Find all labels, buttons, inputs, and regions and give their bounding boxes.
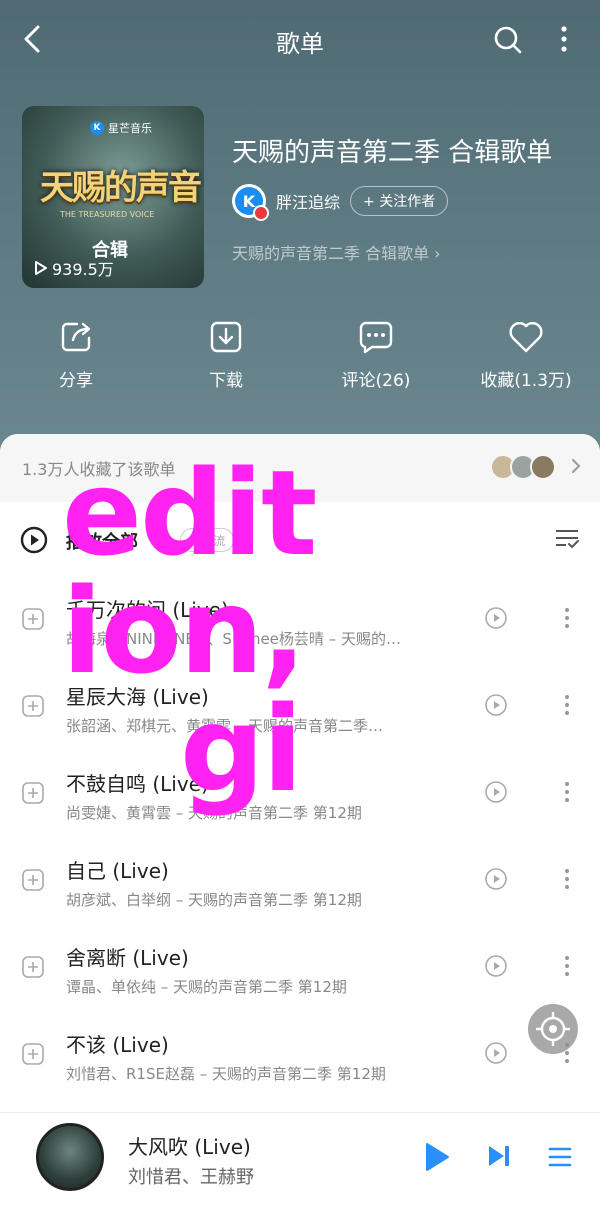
action-bar: 分享 下载 评论(26) 收藏(1.3万) bbox=[0, 320, 600, 400]
now-playing-artist: 刘惜君、王赫野 bbox=[128, 1167, 254, 1188]
playlist-cover[interactable]: K 星芒音乐 天赐的声音 THE TREASURED VOICE 合辑 939.… bbox=[22, 106, 204, 288]
add-to-playlist-icon[interactable] bbox=[22, 695, 44, 717]
share-button[interactable]: 分享 bbox=[16, 320, 136, 391]
download-icon bbox=[210, 321, 242, 353]
now-playing-album-art[interactable] bbox=[36, 1123, 104, 1191]
play-icon[interactable] bbox=[424, 1141, 450, 1173]
song-title: 不该 (Live) bbox=[66, 1033, 169, 1057]
watermark-line-3: gi bbox=[180, 680, 303, 818]
watermark-line-1: edit bbox=[62, 444, 317, 582]
download-button[interactable]: 下载 bbox=[166, 320, 286, 391]
add-to-playlist-icon[interactable] bbox=[22, 869, 44, 891]
song-artists: 谭晶、单依纯 – 天赐的声音第二季 第12期 bbox=[66, 978, 347, 996]
song-row[interactable]: 不该 (Live) 刘惜君、R1SE赵磊 – 天赐的声音第二季 第12期 bbox=[0, 1019, 600, 1106]
author-row: K 胖汪追综 + 关注作者 bbox=[232, 184, 449, 221]
share-icon bbox=[61, 322, 91, 352]
multi-select-button[interactable] bbox=[554, 526, 580, 556]
mv-play-icon[interactable] bbox=[484, 693, 508, 717]
song-more-icon[interactable] bbox=[558, 780, 576, 804]
share-label: 分享 bbox=[59, 371, 93, 391]
target-icon bbox=[536, 1012, 570, 1046]
song-more-icon[interactable] bbox=[558, 606, 576, 630]
add-to-playlist-icon[interactable] bbox=[22, 956, 44, 978]
more-vertical-icon bbox=[561, 26, 567, 52]
chevron-right-icon bbox=[572, 459, 581, 473]
play-all-button[interactable] bbox=[20, 526, 48, 558]
playlist-queue-icon[interactable] bbox=[548, 1145, 572, 1169]
next-track-icon[interactable] bbox=[486, 1143, 512, 1169]
download-label: 下载 bbox=[209, 371, 243, 391]
add-to-playlist-icon[interactable] bbox=[22, 608, 44, 630]
cover-brand: K 星芒音乐 bbox=[90, 120, 152, 136]
cover-brand-label: 星芒音乐 bbox=[108, 122, 152, 135]
cover-play-count: 939.5万 bbox=[34, 256, 114, 280]
add-to-playlist-icon[interactable] bbox=[22, 782, 44, 804]
comment-label: 评论(26) bbox=[341, 371, 411, 391]
more-menu-button[interactable] bbox=[552, 24, 576, 56]
playlist-description-link[interactable]: 天赐的声音第二季 合辑歌单 › bbox=[232, 240, 441, 264]
playlist-title: 天赐的声音第二季 合辑歌单 bbox=[232, 138, 553, 168]
play-outline-icon bbox=[35, 261, 47, 275]
watermark-line-2: ion, bbox=[62, 562, 306, 700]
song-row[interactable]: 舍离断 (Live) 谭晶、单依纯 – 天赐的声音第二季 第12期 bbox=[0, 932, 600, 1019]
search-button[interactable] bbox=[492, 24, 524, 56]
favorite-button[interactable]: 收藏(1.3万) bbox=[466, 320, 586, 391]
song-title: 舍离断 (Live) bbox=[66, 946, 189, 970]
favorite-label: 收藏(1.3万) bbox=[480, 371, 572, 391]
mv-play-icon[interactable] bbox=[484, 1041, 508, 1065]
heart-icon bbox=[509, 321, 543, 353]
song-artists: 胡彦斌、白举纲 – 天赐的声音第二季 第12期 bbox=[66, 891, 362, 909]
mv-play-icon[interactable] bbox=[484, 954, 508, 978]
song-more-icon[interactable] bbox=[558, 954, 576, 978]
cover-show-subtitle: THE TREASURED VOICE bbox=[60, 210, 155, 219]
follow-author-button[interactable]: + 关注作者 bbox=[350, 186, 449, 216]
locate-current-song-button[interactable] bbox=[528, 1004, 578, 1054]
now-playing-title: 大风吹 (Live) bbox=[128, 1135, 251, 1159]
author-avatar[interactable]: K bbox=[232, 184, 269, 221]
song-more-icon[interactable] bbox=[558, 693, 576, 717]
song-artists: 刘惜君、R1SE赵磊 – 天赐的声音第二季 第12期 bbox=[66, 1065, 386, 1083]
top-bar: 歌单 bbox=[0, 0, 600, 80]
play-circle-icon bbox=[20, 526, 48, 554]
song-more-icon[interactable] bbox=[558, 867, 576, 891]
brand-logo-icon: K bbox=[90, 121, 104, 135]
comment-button[interactable]: 评论(26) bbox=[316, 320, 436, 391]
mini-player[interactable]: 大风吹 (Live) 刘惜君、王赫野 bbox=[0, 1112, 600, 1210]
cover-show-title: 天赐的声音 bbox=[40, 168, 202, 208]
mv-play-icon[interactable] bbox=[484, 606, 508, 630]
add-to-playlist-icon[interactable] bbox=[22, 1043, 44, 1065]
list-check-icon bbox=[556, 530, 579, 549]
favorite-users-avatars bbox=[490, 454, 556, 480]
verified-badge-icon bbox=[253, 205, 269, 221]
author-name[interactable]: 胖汪追综 bbox=[276, 189, 340, 213]
song-row[interactable]: 自己 (Live) 胡彦斌、白举纲 – 天赐的声音第二季 第12期 bbox=[0, 845, 600, 932]
comment-icon bbox=[359, 321, 393, 354]
search-icon bbox=[494, 26, 522, 54]
mv-play-icon[interactable] bbox=[484, 780, 508, 804]
mv-play-icon[interactable] bbox=[484, 867, 508, 891]
user-avatar bbox=[530, 454, 556, 480]
song-title: 自己 (Live) bbox=[66, 859, 169, 883]
play-count-value: 939.5万 bbox=[52, 260, 114, 279]
